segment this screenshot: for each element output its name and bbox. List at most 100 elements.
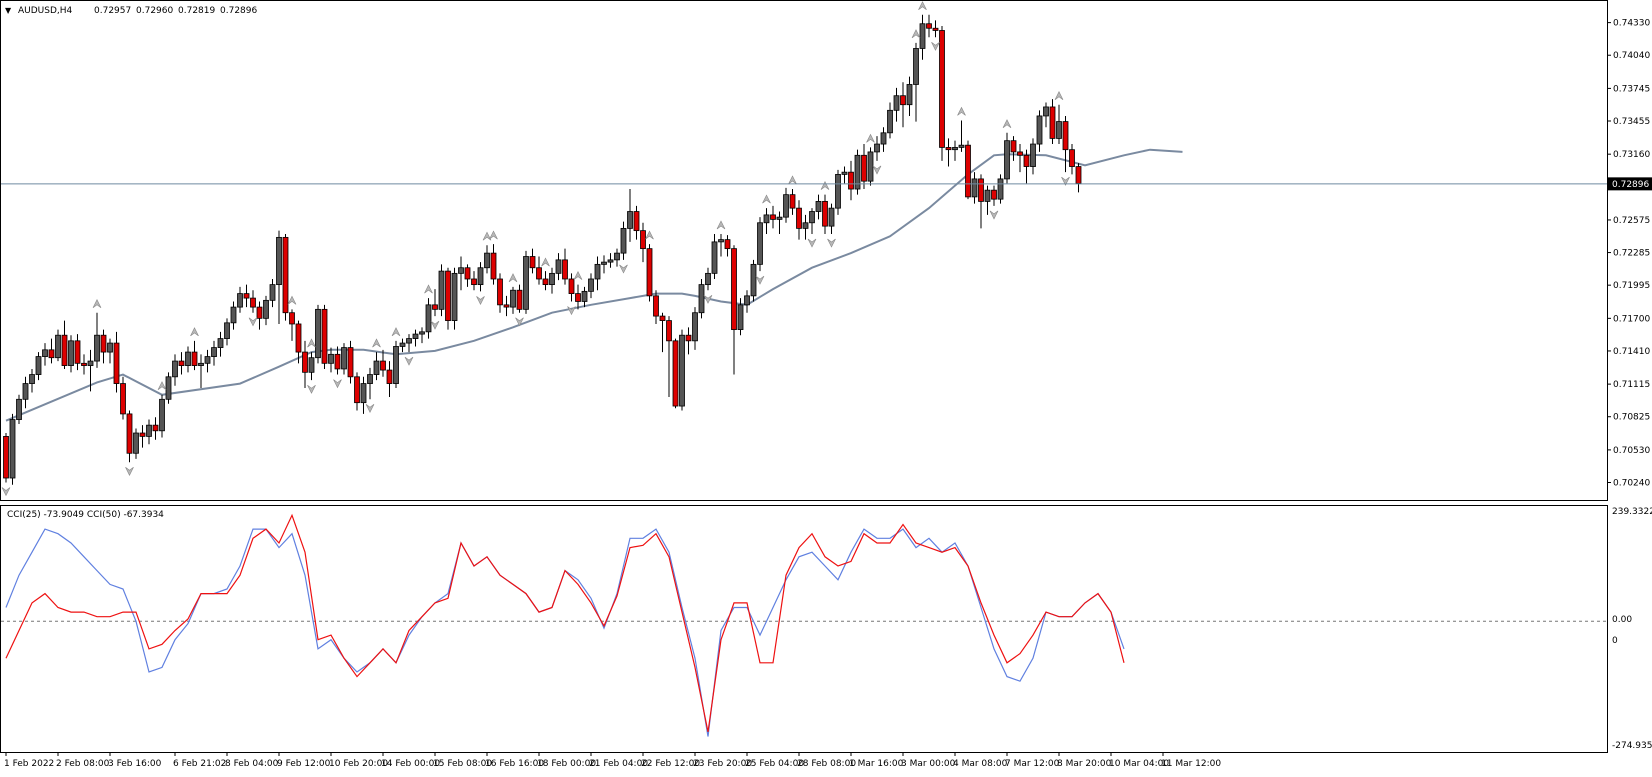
candle-body [61, 334, 68, 366]
candle-body [412, 333, 419, 339]
candle [451, 267, 458, 330]
candle-body [711, 241, 718, 274]
time-tick-label: 1 Mar 16:00 [849, 759, 904, 769]
candle-body [685, 334, 692, 342]
candle-body [360, 383, 367, 404]
candle-body [29, 374, 35, 384]
candle [282, 234, 289, 321]
trading-chart[interactable]: 0.74330 0.74040 0.73745 0.73455 0.73160 0.725… [0, 0, 1652, 773]
candle-body [653, 295, 659, 317]
candle-body [575, 293, 581, 302]
candle-body [458, 267, 464, 274]
candle-body [984, 189, 991, 202]
price-tick-label: 0.71995 [1613, 281, 1650, 291]
candle-body [250, 297, 256, 308]
candle-body [445, 270, 451, 321]
candle-body [289, 312, 295, 325]
candle-body [87, 360, 94, 366]
time-tick-label: 9 Feb 12:00 [277, 759, 331, 769]
candle-body [900, 95, 906, 106]
candle-body [1010, 140, 1017, 153]
candle [393, 340, 399, 389]
candle-body [263, 299, 269, 319]
candle-body [1030, 143, 1036, 167]
candle-body [549, 272, 555, 286]
candle-body [971, 178, 978, 198]
candle-body [451, 272, 458, 321]
low-value: 0.72819 [178, 6, 215, 16]
time-tick-label: 23 Feb 20:00 [693, 759, 752, 769]
candle [347, 340, 354, 384]
price-tick-label: 0.71700 [1613, 314, 1650, 324]
time-tick-label: 3 Feb 16:00 [108, 759, 162, 769]
candle-body [1056, 121, 1062, 139]
candle [445, 267, 451, 330]
candle-body [796, 207, 802, 229]
time-tick-label: 25 Feb 04:00 [745, 759, 804, 769]
candle-body [776, 216, 783, 220]
candle-body [932, 27, 939, 31]
candle-body [919, 23, 926, 49]
candle-body [81, 362, 87, 366]
candle-body [438, 270, 445, 310]
candle-body [991, 189, 997, 200]
candle-body [146, 424, 152, 437]
price-tick-label: 0.73745 [1613, 84, 1650, 94]
candle-body [386, 369, 393, 384]
candle-body [94, 334, 100, 362]
candle-body [945, 147, 952, 151]
candle [159, 394, 165, 438]
candle-body [243, 293, 250, 299]
candle-body [48, 349, 55, 359]
candle [867, 147, 874, 186]
candle-body [133, 432, 139, 454]
time-tick-label: 18 Feb 00:00 [537, 759, 596, 769]
candle-body [217, 338, 224, 348]
candle-body [152, 424, 159, 432]
candle-body [432, 304, 438, 310]
candle-body [9, 419, 16, 479]
candle-body [464, 267, 471, 280]
candle-body [113, 342, 120, 384]
candle-body [614, 252, 620, 261]
candle-body [256, 306, 263, 319]
candle-body [308, 357, 315, 373]
candle-body [607, 259, 614, 263]
candle-body [763, 214, 770, 224]
candle-body [802, 222, 809, 229]
cci-zero-label: 0 [1612, 636, 1618, 646]
candle-body [841, 171, 848, 175]
candle-body [484, 252, 490, 269]
time-tick-label: 28 Feb 08:00 [797, 759, 856, 769]
candle-body [588, 278, 594, 292]
candle [1004, 132, 1010, 184]
close-value: 0.72896 [220, 6, 257, 16]
candle-body [893, 95, 900, 111]
candle-body [692, 312, 698, 342]
candle-body [399, 342, 406, 347]
candle-body [698, 284, 705, 314]
candle-body [315, 308, 321, 359]
candle-body [126, 413, 133, 454]
menu-arrow-icon[interactable]: ▼ [5, 6, 12, 15]
current-price-label: 0.72896 [1612, 180, 1649, 190]
price-tick-label: 0.73455 [1613, 117, 1650, 127]
candle-body [867, 151, 874, 182]
candle-body [55, 334, 61, 359]
candle-body [393, 346, 399, 384]
candle-body [159, 398, 165, 432]
candle [120, 376, 126, 420]
price-tick-label: 0.72285 [1613, 249, 1650, 259]
candle-body [347, 347, 354, 378]
candle-body [1049, 106, 1056, 139]
time-tick-label: 2 Feb 08:00 [56, 759, 110, 769]
candle [854, 149, 861, 195]
candle-body [737, 304, 744, 330]
candle-body [861, 154, 867, 182]
candle-body [35, 356, 42, 375]
candle [965, 140, 971, 200]
candle-body [536, 267, 542, 280]
candle-body [542, 278, 549, 286]
candle-body [373, 360, 380, 375]
candle-body [224, 322, 230, 339]
